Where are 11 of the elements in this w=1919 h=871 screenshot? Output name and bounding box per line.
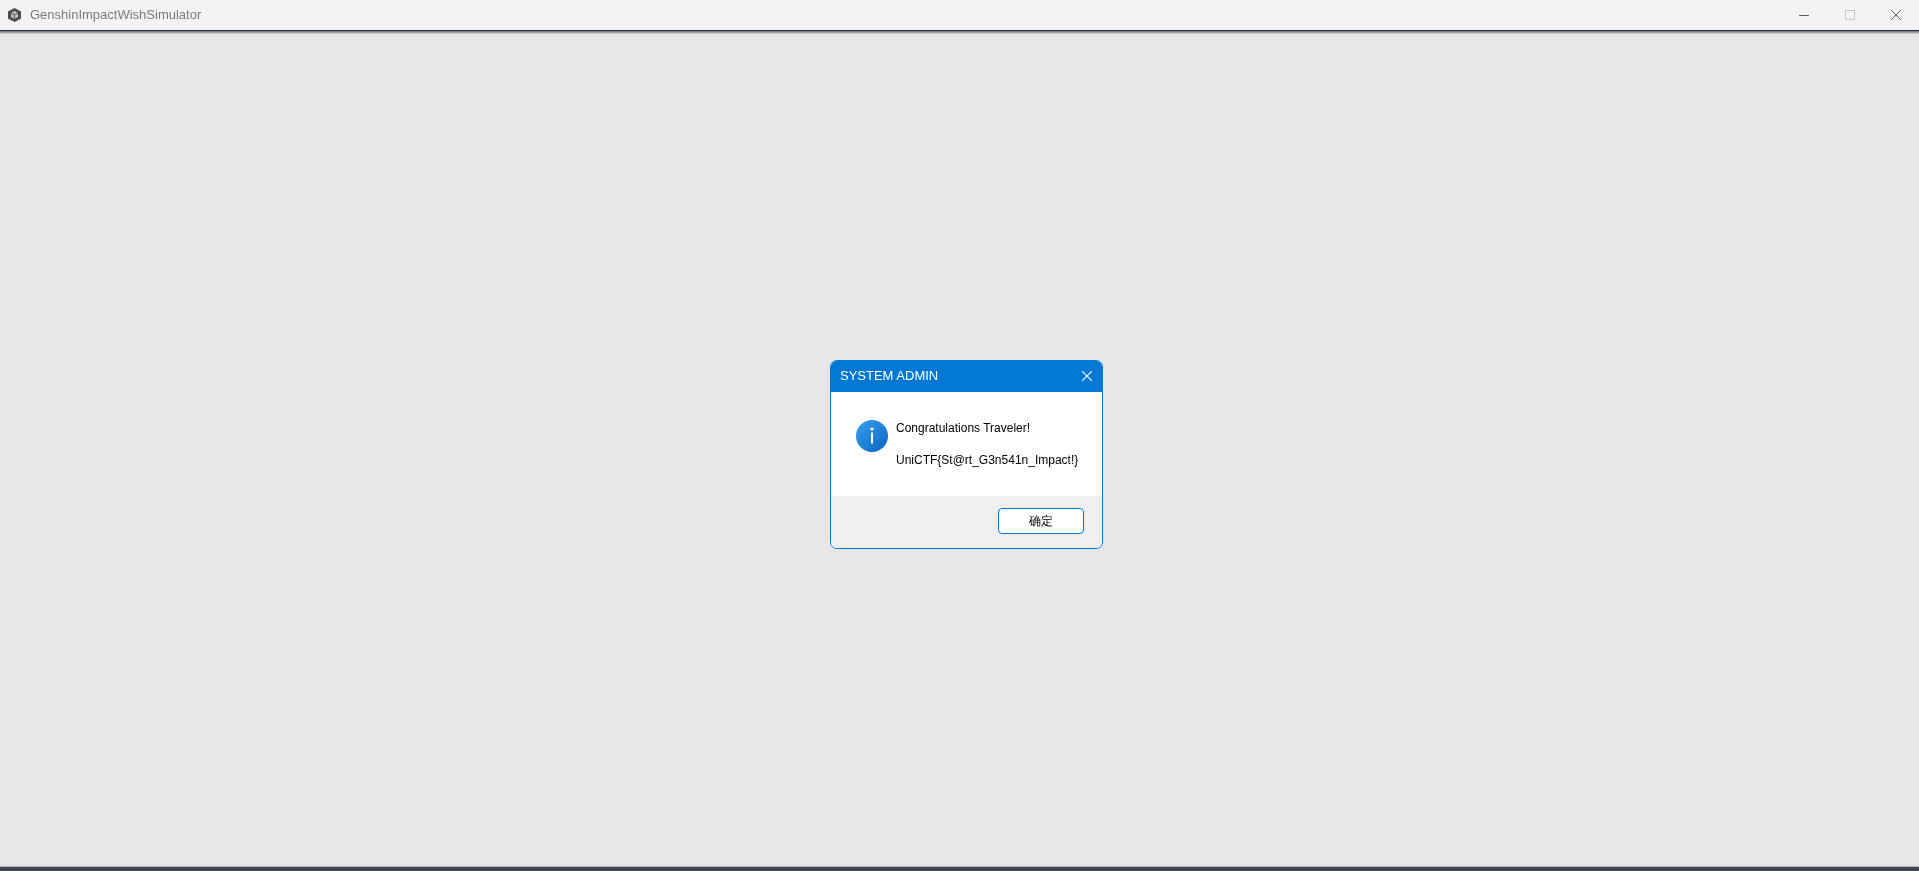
minimize-icon <box>1799 14 1809 16</box>
message-text: UniCTF{St@rt_G3n541n_Impact!} <box>896 451 1079 468</box>
close-icon <box>1891 10 1901 20</box>
info-icon <box>856 419 888 452</box>
ok-button[interactable]: 确定 <box>998 507 1084 534</box>
window-title: GenshinImpactWishSimulator <box>30 6 202 25</box>
dialog-title: SYSTEM ADMIN <box>840 367 939 386</box>
cube-icon <box>8 8 21 22</box>
close-icon <box>1082 371 1092 381</box>
message-text: Congratulations Traveler! <box>896 419 1032 436</box>
maximize-icon <box>1845 10 1855 20</box>
